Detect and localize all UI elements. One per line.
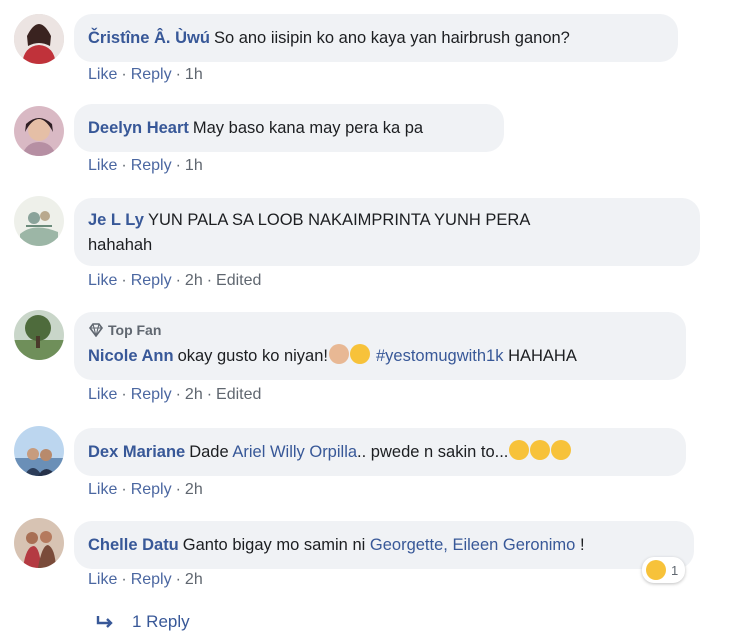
- reply-button[interactable]: Reply: [131, 66, 172, 83]
- timestamp[interactable]: 2h: [185, 571, 203, 588]
- comment-text-line2: hahahah: [88, 236, 153, 254]
- replies-count[interactable]: 1 Reply: [132, 612, 190, 632]
- wink-emoji-icon: [509, 440, 530, 460]
- comment-text: So ano iisipin ko ano kaya yan hairbrush…: [213, 29, 570, 47]
- comment-text-after: !: [579, 536, 585, 554]
- reply-button[interactable]: Reply: [131, 481, 172, 498]
- avatar[interactable]: [14, 518, 64, 568]
- comment-text: May baso kana may pera ka pa: [192, 119, 424, 137]
- timestamp[interactable]: 1h: [185, 157, 203, 174]
- reply-button[interactable]: Reply: [131, 272, 172, 289]
- like-button[interactable]: Like: [88, 481, 117, 498]
- reply-button[interactable]: Reply: [131, 386, 172, 403]
- avatar[interactable]: [14, 106, 64, 156]
- mention-link[interactable]: Ariel Willy Orpilla: [232, 443, 357, 461]
- avatar[interactable]: [14, 426, 64, 476]
- comment-text: Ganto bigay mo samin ni: [182, 536, 366, 554]
- view-replies-link[interactable]: 1 Reply: [96, 612, 190, 632]
- comment-bubble: Top Fan Nicole Ann okay gusto ko niyan! #y…: [74, 312, 686, 380]
- comment-bubble: Deelyn Heart May baso kana may pera ka pa: [74, 104, 504, 152]
- top-fan-label: Top Fan: [108, 322, 162, 338]
- avatar[interactable]: [14, 310, 64, 360]
- like-button[interactable]: Like: [88, 571, 117, 588]
- comment-author[interactable]: Je L Ly: [88, 211, 144, 229]
- comment-author[interactable]: Nicole Ann: [88, 347, 174, 365]
- timestamp[interactable]: 2h: [185, 272, 203, 289]
- reply-button[interactable]: Reply: [131, 157, 172, 174]
- hashtag-link[interactable]: #yestomugwith1k: [376, 347, 503, 365]
- comment-text: YUN PALA SA LOOB NAKAIMPRINTA YUNH PERA: [147, 211, 531, 229]
- face-emoji-icon: [329, 344, 349, 364]
- laughing-emoji-icon: [646, 560, 666, 580]
- comment-actions: Like · Reply · 2h · Edited: [88, 272, 262, 289]
- mention-link[interactable]: Eileen Geronimo: [452, 536, 575, 554]
- edited-label[interactable]: Edited: [216, 272, 261, 289]
- diamond-icon: [89, 323, 103, 337]
- top-fan-badge[interactable]: Top Fan: [88, 318, 672, 342]
- comment-author[interactable]: Čristîne Â. Ùwú: [88, 29, 210, 47]
- comment-actions: Like · Reply · 2h: [88, 481, 203, 498]
- comment-author[interactable]: Deelyn Heart: [88, 119, 189, 137]
- comment-text-after: .. pwede n sakin to...: [357, 443, 509, 461]
- avatar[interactable]: [14, 14, 64, 64]
- comment-text-after: HAHAHA: [508, 347, 577, 365]
- timestamp[interactable]: 2h: [185, 386, 203, 403]
- like-button[interactable]: Like: [88, 66, 117, 83]
- like-button[interactable]: Like: [88, 386, 117, 403]
- comment-actions: Like · Reply · 2h · Edited: [88, 386, 262, 403]
- timestamp[interactable]: 1h: [185, 66, 203, 83]
- edited-label[interactable]: Edited: [216, 386, 261, 403]
- comment-text: Dade: [189, 443, 229, 461]
- like-button[interactable]: Like: [88, 157, 117, 174]
- comment-bubble: Dex Mariane Dade Ariel Willy Orpilla.. pw…: [74, 428, 686, 476]
- reply-arrow-icon: [96, 616, 113, 628]
- timestamp[interactable]: 2h: [185, 481, 203, 498]
- reaction-badge[interactable]: 1: [642, 557, 686, 583]
- comment-actions: Like · Reply · 1h: [88, 157, 203, 174]
- wink-emoji-icon: [551, 440, 572, 460]
- comment-bubble: Je L Ly YUN PALA SA LOOB NAKAIMPRINTA YUN…: [74, 198, 700, 266]
- comment-author[interactable]: Dex Mariane: [88, 443, 185, 461]
- reply-button[interactable]: Reply: [131, 571, 172, 588]
- mention-link[interactable]: Georgette,: [370, 536, 448, 554]
- avatar[interactable]: [14, 196, 64, 246]
- comment-bubble: Čristîne Â. Ùwú So ano iisipin ko ano kay…: [74, 14, 678, 62]
- comment-bubble: Chelle Datu Ganto bigay mo samin ni Georg…: [74, 521, 694, 569]
- laughing-emoji-icon: [350, 344, 370, 364]
- comment-actions: Like · Reply · 1h: [88, 66, 203, 83]
- wink-emoji-icon: [530, 440, 551, 460]
- comment-actions: Like · Reply · 2h: [88, 571, 203, 588]
- like-button[interactable]: Like: [88, 272, 117, 289]
- comment-text: okay gusto ko niyan!: [177, 347, 328, 365]
- comment-author[interactable]: Chelle Datu: [88, 536, 179, 554]
- reaction-count: 1: [671, 562, 679, 578]
